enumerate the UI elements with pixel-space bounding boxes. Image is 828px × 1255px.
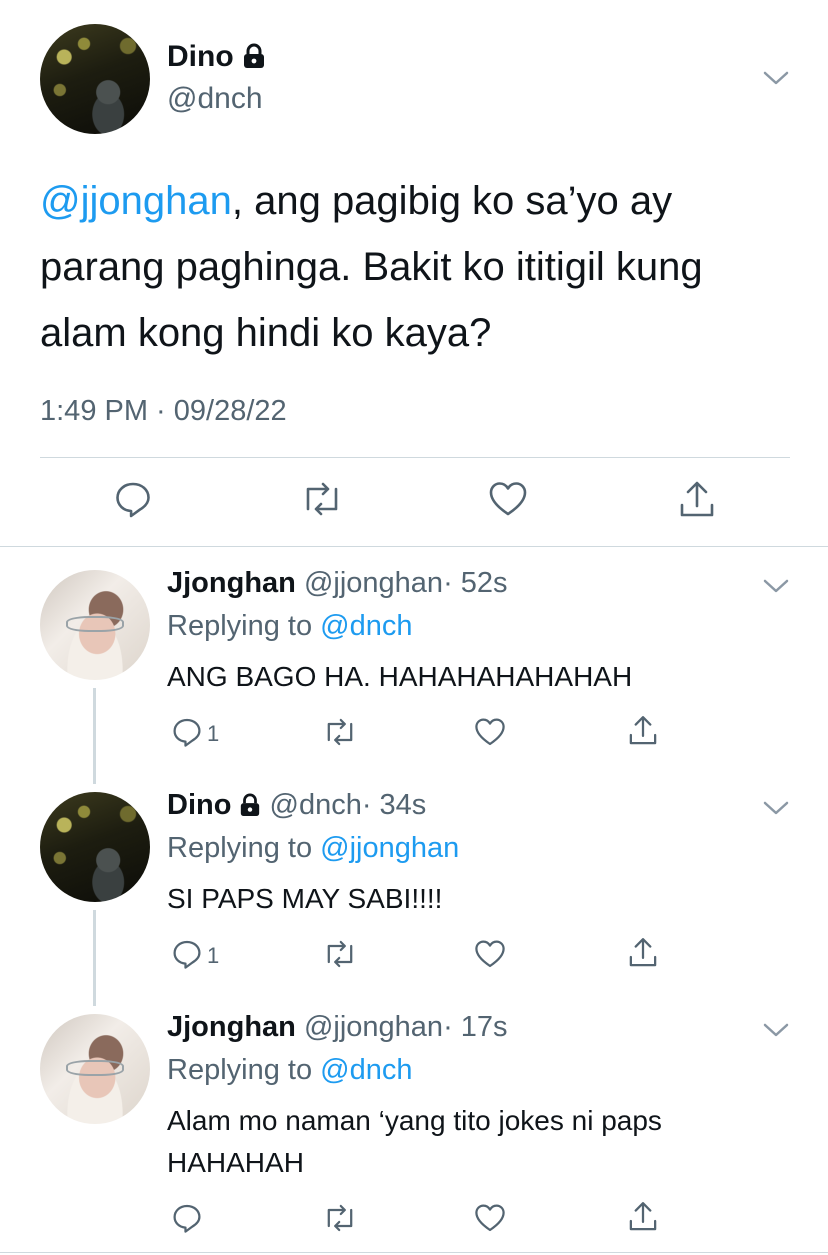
section-divider — [0, 546, 828, 547]
heart-icon[interactable] — [473, 1202, 507, 1239]
divider — [40, 457, 790, 458]
replying-to-prefix: Replying to — [167, 832, 313, 864]
retweet-icon[interactable] — [322, 716, 358, 753]
replying-to: Replying to @dnch — [167, 1054, 412, 1087]
thread-line — [93, 910, 96, 1006]
author-handle[interactable]: @dnch — [167, 82, 263, 116]
display-name[interactable]: Dino — [167, 40, 234, 73]
reply-text: Alam mo naman ‘yang tito jokes ni paps H… — [167, 1105, 662, 1178]
mention-link[interactable]: @jjonghan — [320, 832, 459, 864]
thread-line — [93, 688, 96, 784]
heart-icon[interactable] — [473, 938, 507, 975]
heart-icon[interactable] — [487, 479, 529, 519]
relative-time[interactable]: · 17s — [443, 1011, 507, 1043]
replying-to-prefix: Replying to — [167, 610, 313, 642]
chevron-down-icon[interactable] — [763, 578, 789, 594]
reply-icon[interactable] — [113, 479, 153, 519]
share-icon[interactable] — [626, 1200, 660, 1239]
avatar[interactable] — [40, 24, 150, 134]
replying-to-prefix: Replying to — [167, 1054, 313, 1086]
reply-icon[interactable] — [171, 938, 203, 975]
lock-icon — [242, 43, 266, 77]
retweet-icon[interactable] — [322, 1202, 358, 1239]
display-name[interactable]: Jjonghan — [167, 1011, 296, 1043]
avatar[interactable] — [40, 792, 150, 902]
mention-link[interactable]: @dnch — [320, 610, 412, 642]
reply-count: 1 — [207, 943, 220, 968]
mention-link[interactable]: @dnch — [320, 1054, 412, 1086]
relative-time[interactable]: · 52s — [443, 567, 507, 599]
chevron-down-icon[interactable] — [763, 1022, 789, 1038]
retweet-icon[interactable] — [300, 479, 344, 519]
tweet-text: @jjonghan, ang pagibig ko sa’yo ay paran… — [40, 168, 790, 366]
avatar[interactable] — [40, 570, 150, 680]
mention-link[interactable]: @jjonghan — [40, 179, 232, 223]
relative-time[interactable]: · 34s — [362, 789, 426, 821]
share-icon[interactable] — [626, 936, 660, 975]
timestamp[interactable]: 1:49 PM · 09/28/22 — [40, 395, 287, 428]
reply-text: SI PAPS MAY SABI!!!! — [167, 883, 443, 914]
display-name[interactable]: Dino — [167, 789, 231, 821]
author-handle[interactable]: @jjonghan — [304, 1011, 443, 1043]
share-icon[interactable] — [676, 479, 718, 521]
lock-icon — [239, 792, 261, 825]
reply-text: ANG BAGO HA. HAHAHAHAHAHAH — [167, 661, 633, 692]
share-icon[interactable] — [626, 714, 660, 753]
author-name[interactable]: Dino — [167, 40, 266, 77]
display-name[interactable]: Jjonghan — [167, 567, 296, 599]
author-line: Dino @dnch· 34s — [167, 789, 426, 825]
chevron-down-icon[interactable] — [763, 70, 789, 86]
heart-icon[interactable] — [473, 716, 507, 753]
tweet-actions — [0, 479, 828, 529]
author-line: Jjonghan @jjonghan· 52s — [167, 567, 508, 600]
avatar[interactable] — [40, 1014, 150, 1124]
reply-icon[interactable] — [171, 716, 203, 753]
author-handle[interactable]: @jjonghan — [304, 567, 443, 599]
replying-to: Replying to @dnch — [167, 610, 412, 643]
reply-count: 1 — [207, 721, 220, 746]
chevron-down-icon[interactable] — [763, 800, 789, 816]
author-handle[interactable]: @dnch — [270, 789, 362, 821]
replying-to: Replying to @jjonghan — [167, 832, 459, 865]
reply-icon[interactable] — [171, 1202, 203, 1239]
bottom-divider — [0, 1252, 828, 1253]
retweet-icon[interactable] — [322, 938, 358, 975]
author-line: Jjonghan @jjonghan· 17s — [167, 1011, 508, 1044]
